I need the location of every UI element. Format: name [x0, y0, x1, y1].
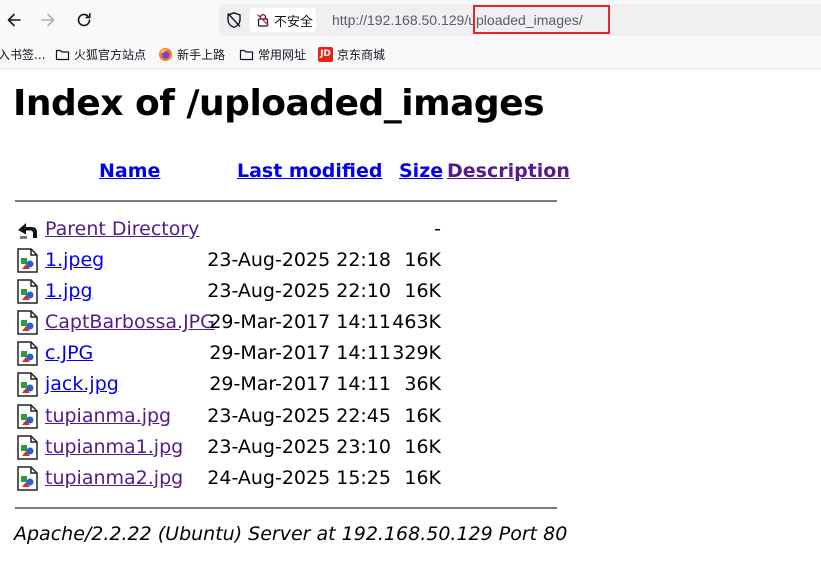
- image-file-icon: [17, 372, 38, 398]
- file-size: -: [434, 218, 441, 240]
- jd-logo-icon: JD: [318, 46, 333, 62]
- file-link[interactable]: tupianma.jpg: [45, 405, 171, 427]
- footer-divider: [15, 507, 557, 509]
- file-size: 16K: [404, 466, 441, 489]
- file-size: 16K: [404, 249, 441, 271]
- file-row: 1.jpeg 23-Aug-2025 22:18 16K: [0, 247, 821, 275]
- bookmarks-toolbar: 入书签... 火狐官方站点 新手上路 常用网址 JD 京东商城: [0, 40, 821, 69]
- parent-directory-link[interactable]: Parent Directory: [45, 218, 199, 240]
- folder-icon: [239, 49, 254, 60]
- sort-by-description-link[interactable]: Description: [447, 160, 570, 182]
- security-label: 不安全: [274, 14, 314, 30]
- file-modified-date: 24-Aug-2025 15:25: [207, 466, 391, 489]
- file-size: 36K: [404, 373, 441, 396]
- site-security-indicator[interactable]: 不安全: [250, 8, 316, 32]
- bookmark-firefox-official[interactable]: 火狐官方站点: [55, 45, 146, 63]
- image-file-icon: [17, 341, 38, 367]
- navigation-toolbar: 不安全 http://192.168.50.129/uploaded_image…: [0, 0, 821, 40]
- file-link[interactable]: jack.jpg: [45, 373, 119, 395]
- reload-button[interactable]: [70, 6, 98, 34]
- file-row: tupianma1.jpg 23-Aug-2025 23:10 16K: [0, 434, 821, 462]
- bookmark-label: 入书签...: [0, 47, 46, 62]
- back-arrow-icon: [7, 13, 21, 27]
- bookmark-jd-mall[interactable]: JD 京东商城: [318, 45, 385, 63]
- image-file-icon: [17, 434, 38, 460]
- file-row: 1.jpg 23-Aug-2025 22:10 16K: [0, 278, 821, 306]
- browser-chrome: 不安全 http://192.168.50.129/uploaded_image…: [0, 0, 821, 69]
- file-modified-date: 23-Aug-2025 22:18: [207, 249, 391, 271]
- url-host: http://192.168.50.129: [332, 12, 465, 28]
- bookmark-label: 常用网址: [258, 47, 307, 62]
- back-button[interactable]: [0, 6, 28, 34]
- file-row: tupianma.jpg 23-Aug-2025 22:45 16K: [0, 403, 821, 431]
- file-link[interactable]: tupianma1.jpg: [45, 436, 183, 458]
- insecure-lock-icon: [257, 14, 269, 27]
- file-size: 16K: [404, 435, 441, 458]
- server-signature: Apache/2.2.22 (Ubuntu) Server at 192.168…: [14, 523, 568, 545]
- file-modified-date: 23-Aug-2025 22:45: [207, 404, 391, 427]
- image-file-icon: [17, 279, 38, 304]
- back-folder-icon: [18, 223, 37, 239]
- image-file-icon: [17, 465, 38, 491]
- file-size: 463K: [392, 311, 441, 334]
- file-modified-date: 29-Mar-2017 14:11: [209, 373, 391, 396]
- forward-arrow-icon: [41, 13, 55, 27]
- folder-icon: [55, 49, 70, 60]
- directory-listing-page: Index of /uploaded_images Name Last modi…: [0, 69, 821, 564]
- bookmark-label: 新手上路: [177, 47, 226, 62]
- file-size: 16K: [404, 280, 441, 303]
- sort-by-size-link[interactable]: Size: [399, 160, 443, 182]
- file-modified-date: 29-Mar-2017 14:11: [209, 311, 391, 334]
- file-row: c.JPG 29-Mar-2017 14:11 329K: [0, 340, 821, 368]
- bookmark-label: 京东商城: [337, 47, 386, 62]
- firefox-icon: [159, 47, 172, 61]
- file-link[interactable]: 1.jpg: [45, 280, 93, 302]
- sort-by-last-modified-link[interactable]: Last modified: [237, 160, 382, 182]
- file-modified-date: 23-Aug-2025 23:10: [207, 435, 391, 458]
- file-link[interactable]: tupianma2.jpg: [45, 467, 183, 489]
- file-modified-date: 29-Mar-2017 14:11: [209, 342, 391, 365]
- bookmark-getting-started[interactable]: 新手上路: [158, 45, 225, 63]
- header-divider: [15, 200, 557, 202]
- parent-directory-row: Parent Directory -: [0, 216, 821, 244]
- bookmark-common-sites[interactable]: 常用网址: [239, 45, 306, 63]
- file-size: 329K: [392, 342, 441, 365]
- reload-icon: [77, 13, 91, 27]
- bookmark-import[interactable]: 入书签...: [0, 45, 45, 63]
- forward-button[interactable]: [34, 6, 62, 34]
- file-link[interactable]: CaptBarbossa.JPG: [45, 311, 215, 333]
- file-row: tupianma2.jpg 24-Aug-2025 15:25 16K: [0, 465, 821, 493]
- image-file-icon: [17, 403, 38, 429]
- bookmark-label: 火狐官方站点: [74, 47, 147, 62]
- image-file-icon: [17, 310, 38, 335]
- file-size: 16K: [404, 404, 441, 427]
- tracking-protection-icon[interactable]: [225, 11, 243, 29]
- file-link[interactable]: c.JPG: [45, 342, 93, 364]
- file-row: CaptBarbossa.JPG 29-Mar-2017 14:11 463K: [0, 309, 821, 337]
- page-title: Index of /uploaded_images: [13, 83, 545, 124]
- file-link[interactable]: 1.jpeg: [45, 249, 104, 271]
- url-path-highlight-box: [473, 5, 610, 34]
- file-modified-date: 23-Aug-2025 22:10: [207, 280, 391, 303]
- image-file-icon: [17, 248, 38, 273]
- file-row: jack.jpg 29-Mar-2017 14:11 36K: [0, 371, 821, 399]
- sort-by-name-link[interactable]: Name: [99, 160, 160, 182]
